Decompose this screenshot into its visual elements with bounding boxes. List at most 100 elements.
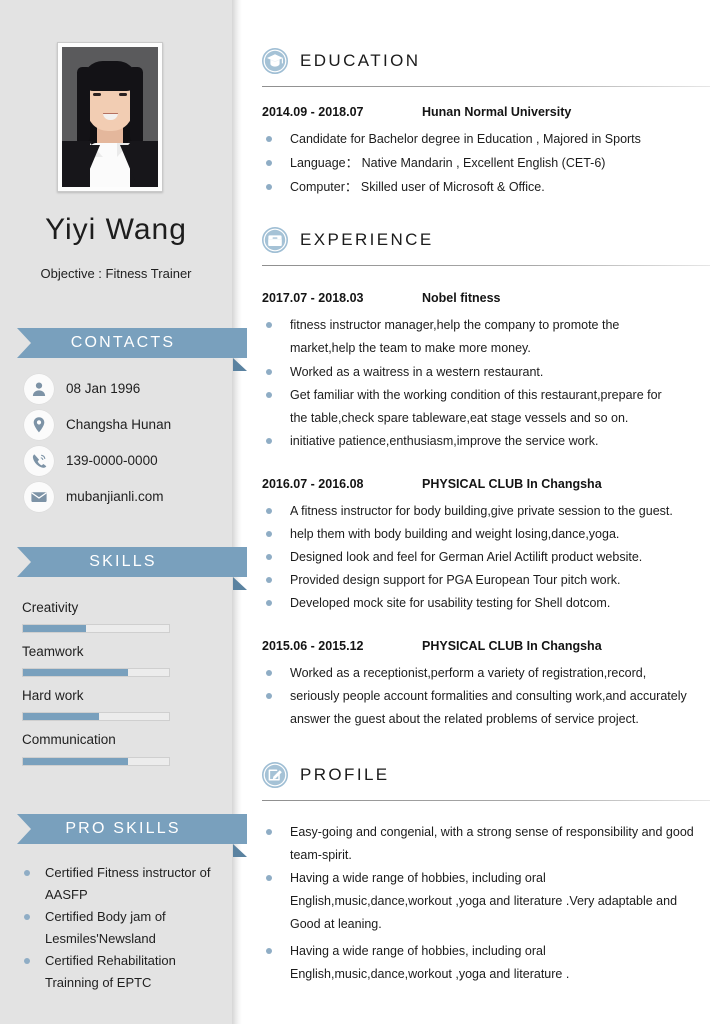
list-item-continuation: team-spirit. [262,843,714,867]
skill-label: Hard work [22,688,84,703]
list-item: Certified Fitness instructor of AASFP [24,862,224,906]
list-item-label: Designed look and feel for German Ariel … [290,550,643,564]
section-banner-label: SKILLS [89,553,157,570]
contact-row-email: mubanjianli.com [24,482,224,512]
contact-value: Changsha Hunan [66,417,172,432]
bullet-dot [266,531,272,537]
bullet-dot [266,600,272,606]
entry-dates: 2015.06 - 2015.12 [262,639,364,653]
list-item: A fitness instructor for body building,g… [262,499,714,523]
bullet-dot [266,948,272,954]
section-banner-skills: SKILLS [17,547,247,590]
resume-page: Yiyi Wang Objective : Fitness Trainer CO… [0,0,723,1024]
list-item-continuation: Good at leaning. [262,912,714,936]
entry-dates: 2016.07 - 2016.08 [262,477,364,491]
list-item-label: team-spirit. [290,848,352,862]
list-item-continuation: the table,check spare tableware,eat stag… [262,406,714,430]
section-header-profile: PROFILE [262,760,712,794]
skill-bar-fill [23,758,129,765]
list-item: Having a wide range of hobbies, includin… [262,866,714,890]
entry-header: 2016.07 - 2016.08 PHYSICAL CLUB In Changs… [262,477,712,491]
section-divider [262,265,710,266]
avatar [57,42,163,192]
bullet-dot [266,322,272,328]
list-item-continuation: English,music,dance,workout ,yoga and li… [262,889,714,913]
bullet-dot [24,914,30,920]
entry-dates: 2017.07 - 2018.03 [262,291,364,305]
section-divider [262,800,710,801]
entry-organization: Nobel fitness [422,291,501,305]
bullet-dot [266,160,272,166]
list-item-continuation: answer the guest about the related probl… [262,707,714,731]
graduation-cap-icon [262,48,288,74]
list-item-label: the table,check spare tableware,eat stag… [290,411,629,425]
list-item-label: Good at leaning. [290,917,382,931]
list-item-label: Worked as a receptionist,perform a varie… [290,666,647,680]
list-item-label: Get familiar with the working condition … [290,388,662,402]
objective-line: Objective : Fitness Trainer [40,266,192,281]
entry-header: 2017.07 - 2018.03 Nobel fitness [262,291,712,305]
list-item: Having a wide range of hobbies, includin… [262,939,714,963]
sidebar-edge-shadow [232,0,242,1024]
list-item: Provided design support for PGA European… [262,568,714,592]
list-item-label: answer the guest about the related probl… [290,712,639,726]
skill-bar-hard-work [22,712,170,721]
contact-value: 139-0000-0000 [66,453,158,468]
list-item: Worked as a receptionist,perform a varie… [262,661,714,685]
list-item-label: English,music,dance,workout ,yoga and li… [290,967,570,981]
section-title: EDUCATION [300,51,421,70]
skill-bar-communication [22,757,170,766]
bullet-dot [266,369,272,375]
section-banner-label: PRO SKILLS [65,820,181,837]
entry-header: 2015.06 - 2015.12 PHYSICAL CLUB In Changs… [262,639,712,653]
list-item-label: market,help the team to make more money. [290,341,531,355]
list-item: Computer： Skilled user of Microsoft & Of… [262,175,714,199]
contact-row-birthdate: 08 Jan 1996 [24,374,224,404]
list-item: Designed look and feel for German Ariel … [262,545,714,569]
section-title: EXPERIENCE [300,230,434,249]
location-pin-icon [24,410,54,440]
section-banner-contacts: CONTACTS [17,328,247,371]
bullet-dot [266,392,272,398]
section-divider [262,86,710,87]
main-column: EDUCATION 2014.09 - 2018.07 Hunan Normal … [242,0,723,1024]
list-item-label: Certified Body jam of Lesmiles'Newsland [45,909,166,946]
section-banner-label: CONTACTS [70,334,176,351]
contact-row-location: Changsha Hunan [24,410,224,440]
skill-label: Creativity [22,600,79,615]
list-item-label: Worked as a waitress in a western restau… [290,365,544,379]
list-item-label: initiative patience,enthusiasm,improve t… [290,434,599,448]
bullet-dot [266,554,272,560]
list-item-label: Having a wide range of hobbies, includin… [290,944,546,958]
list-item-label: Computer： Skilled user of Microsoft & Of… [290,180,545,194]
list-item: Certified Rehabilitation Trainning of EP… [24,950,224,994]
list-item: help them with body building and weight … [262,522,714,546]
list-item-label: Provided design support for PGA European… [290,573,621,587]
list-item-continuation: market,help the team to make more money. [262,336,714,360]
bullet-dot [266,577,272,583]
bullet-dot [266,875,272,881]
page-title: Yiyi Wang [45,213,187,246]
section-header-education: EDUCATION [262,46,712,80]
contact-value: mubanjianli.com [66,489,164,504]
bullet-dot [266,508,272,514]
list-item: fitness instructor manager,help the comp… [262,313,714,337]
entry-organization: PHYSICAL CLUB In Changsha [422,477,602,491]
list-item-label: Certified Fitness instructor of AASFP [45,865,211,902]
list-item: Developed mock site for usability testin… [262,591,714,615]
list-item: Candidate for Bachelor degree in Educati… [262,127,714,151]
skill-label: Communication [22,732,116,747]
bullet-dot [266,670,272,676]
envelope-icon [24,482,54,512]
pencil-edit-icon [262,762,288,788]
entry-header: 2014.09 - 2018.07 Hunan Normal University [262,105,712,119]
portrait-photo [62,47,158,187]
section-banner-pro-skills: PRO SKILLS [17,814,247,857]
list-item-label: help them with body building and weight … [290,527,620,541]
list-item-label: seriously people account formalities and… [290,689,687,703]
list-item-label: Developed mock site for usability testin… [290,596,611,610]
skill-bar-creativity [22,624,170,633]
list-item: Easy-going and congenial, with a strong … [262,820,714,844]
bullet-dot [24,870,30,876]
bullet-dot [266,693,272,699]
